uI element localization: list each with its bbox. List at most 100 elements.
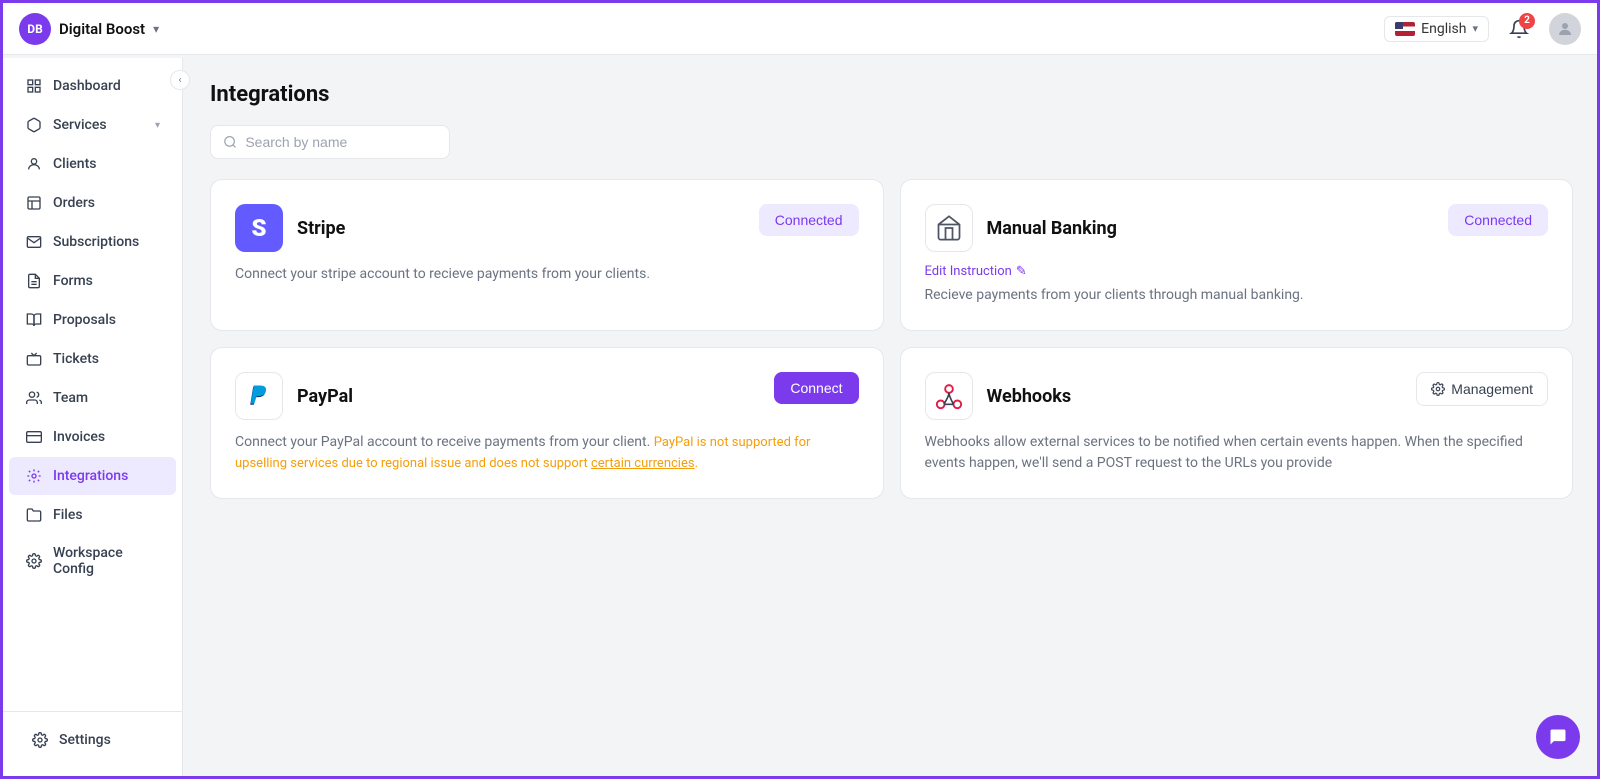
brand-name: Digital Boost bbox=[59, 20, 145, 38]
sidebar: ‹ Dashboard Services ▾ Clients Order bbox=[3, 58, 183, 776]
integrations-icon bbox=[25, 467, 43, 485]
paypal-icon bbox=[235, 372, 283, 420]
banking-name: Manual Banking bbox=[987, 218, 1117, 239]
orders-icon bbox=[25, 194, 43, 212]
integration-card-stripe: S Stripe Connected Connect your stripe a… bbox=[210, 179, 884, 331]
sidebar-item-team[interactable]: Team bbox=[9, 379, 176, 417]
sidebar-item-proposals-label: Proposals bbox=[53, 312, 116, 328]
integrations-grid: S Stripe Connected Connect your stripe a… bbox=[210, 179, 1573, 499]
user-icon bbox=[1556, 20, 1574, 38]
sidebar-item-team-label: Team bbox=[53, 390, 88, 406]
stripe-icon: S bbox=[235, 204, 283, 252]
invoices-icon bbox=[25, 428, 43, 446]
sidebar-item-invoices[interactable]: Invoices bbox=[9, 418, 176, 456]
sidebar-item-tickets-label: Tickets bbox=[53, 351, 99, 367]
integration-card-manual-banking: Manual Banking Connected Edit Instructio… bbox=[900, 179, 1574, 331]
paypal-name: PayPal bbox=[297, 386, 353, 407]
sidebar-item-orders[interactable]: Orders bbox=[9, 184, 176, 222]
clients-icon bbox=[25, 155, 43, 173]
paypal-currencies-link[interactable]: certain currencies bbox=[591, 456, 695, 471]
stripe-name: Stripe bbox=[297, 218, 345, 239]
dashboard-icon bbox=[25, 77, 43, 95]
banking-description: Recieve payments from your clients throu… bbox=[925, 285, 1549, 306]
sidebar-item-settings[interactable]: Settings bbox=[15, 721, 170, 759]
sidebar-nav: Dashboard Services ▾ Clients Orders bbox=[3, 66, 182, 711]
banking-icon bbox=[925, 204, 973, 252]
banking-connected-button[interactable]: Connected bbox=[1448, 204, 1548, 236]
notifications-button[interactable]: 2 bbox=[1503, 13, 1535, 45]
sidebar-item-clients-label: Clients bbox=[53, 156, 96, 172]
webhooks-card-header: Webhooks Management bbox=[925, 372, 1549, 420]
paypal-card-left: PayPal bbox=[235, 372, 353, 420]
webhooks-management-label: Management bbox=[1451, 381, 1533, 397]
webhook-icon bbox=[925, 372, 973, 420]
chat-icon bbox=[1548, 727, 1568, 747]
sidebar-item-subscriptions-label: Subscriptions bbox=[53, 234, 139, 250]
paypal-description: Connect your PayPal account to receive p… bbox=[235, 432, 859, 474]
files-icon bbox=[25, 506, 43, 524]
stripe-card-header: S Stripe Connected bbox=[235, 204, 859, 252]
search-bar bbox=[210, 125, 450, 159]
sidebar-item-dashboard[interactable]: Dashboard bbox=[9, 67, 176, 105]
sidebar-item-workspace-config-label: Workspace Config bbox=[53, 545, 160, 577]
sidebar-item-services-label: Services bbox=[53, 117, 107, 133]
sidebar-item-proposals[interactable]: Proposals bbox=[9, 301, 176, 339]
stripe-description: Connect your stripe account to recieve p… bbox=[235, 264, 859, 285]
services-icon bbox=[25, 116, 43, 134]
sidebar-item-subscriptions[interactable]: Subscriptions bbox=[9, 223, 176, 261]
webhooks-description: Webhooks allow external services to be n… bbox=[925, 432, 1549, 474]
flag-icon bbox=[1395, 22, 1415, 36]
user-avatar[interactable] bbox=[1549, 13, 1581, 45]
sidebar-item-tickets[interactable]: Tickets bbox=[9, 340, 176, 378]
search-input[interactable] bbox=[245, 134, 437, 150]
webhooks-name: Webhooks bbox=[987, 386, 1072, 407]
sidebar-item-invoices-label: Invoices bbox=[53, 429, 105, 445]
banking-card-header: Manual Banking Connected bbox=[925, 204, 1549, 252]
notification-badge: 2 bbox=[1519, 13, 1535, 29]
sidebar-item-files-label: Files bbox=[53, 507, 83, 523]
edit-instruction-link[interactable]: Edit Instruction ✎ bbox=[925, 264, 1549, 279]
gear-icon bbox=[1431, 382, 1445, 396]
app-body: Integrations S Stripe Connected bbox=[3, 58, 1597, 776]
language-label: English bbox=[1421, 21, 1466, 37]
language-selector[interactable]: English ▾ bbox=[1384, 16, 1489, 42]
sidebar-item-forms-label: Forms bbox=[53, 273, 93, 289]
brand-chevron-icon[interactable]: ▾ bbox=[153, 22, 159, 36]
topbar-right: English ▾ 2 bbox=[1384, 13, 1581, 45]
sidebar-item-settings-label: Settings bbox=[59, 732, 111, 748]
sidebar-item-services[interactable]: Services ▾ bbox=[9, 106, 176, 144]
team-icon bbox=[25, 389, 43, 407]
sidebar-collapse-button[interactable]: ‹ bbox=[170, 70, 190, 90]
webhooks-card-left: Webhooks bbox=[925, 372, 1072, 420]
integration-card-webhooks: Webhooks Management Webhooks allow exter… bbox=[900, 347, 1574, 499]
edit-pencil-icon: ✎ bbox=[1016, 264, 1027, 279]
services-chevron-icon: ▾ bbox=[155, 120, 160, 131]
sidebar-item-integrations-label: Integrations bbox=[53, 468, 128, 484]
sidebar-item-files[interactable]: Files bbox=[9, 496, 176, 534]
sidebar-item-integrations[interactable]: Integrations bbox=[9, 457, 176, 495]
tickets-icon bbox=[25, 350, 43, 368]
topbar-left: DB Digital Boost ▾ bbox=[3, 13, 175, 45]
stripe-connected-button[interactable]: Connected bbox=[759, 204, 859, 236]
paypal-connect-button[interactable]: Connect bbox=[774, 372, 858, 404]
proposals-icon bbox=[25, 311, 43, 329]
settings-icon bbox=[31, 731, 49, 749]
webhooks-management-button[interactable]: Management bbox=[1416, 372, 1548, 406]
sidebar-item-forms[interactable]: Forms bbox=[9, 262, 176, 300]
sidebar-footer: Settings bbox=[3, 711, 182, 768]
workspace-config-icon bbox=[25, 552, 43, 570]
paypal-card-header: PayPal Connect bbox=[235, 372, 859, 420]
main-content: Integrations S Stripe Connected bbox=[186, 58, 1597, 776]
subscriptions-icon bbox=[25, 233, 43, 251]
integration-card-paypal: PayPal Connect Connect your PayPal accou… bbox=[210, 347, 884, 499]
sidebar-item-clients[interactable]: Clients bbox=[9, 145, 176, 183]
sidebar-item-workspace-config[interactable]: Workspace Config bbox=[9, 535, 176, 587]
page-title: Integrations bbox=[210, 82, 1573, 107]
sidebar-item-orders-label: Orders bbox=[53, 195, 95, 211]
topbar: DB Digital Boost ▾ English ▾ 2 bbox=[3, 3, 1597, 55]
brand-logo: DB bbox=[19, 13, 51, 45]
chat-fab-button[interactable] bbox=[1536, 715, 1580, 759]
lang-chevron-icon: ▾ bbox=[1472, 22, 1478, 35]
search-icon bbox=[223, 134, 237, 150]
banking-card-left: Manual Banking bbox=[925, 204, 1117, 252]
